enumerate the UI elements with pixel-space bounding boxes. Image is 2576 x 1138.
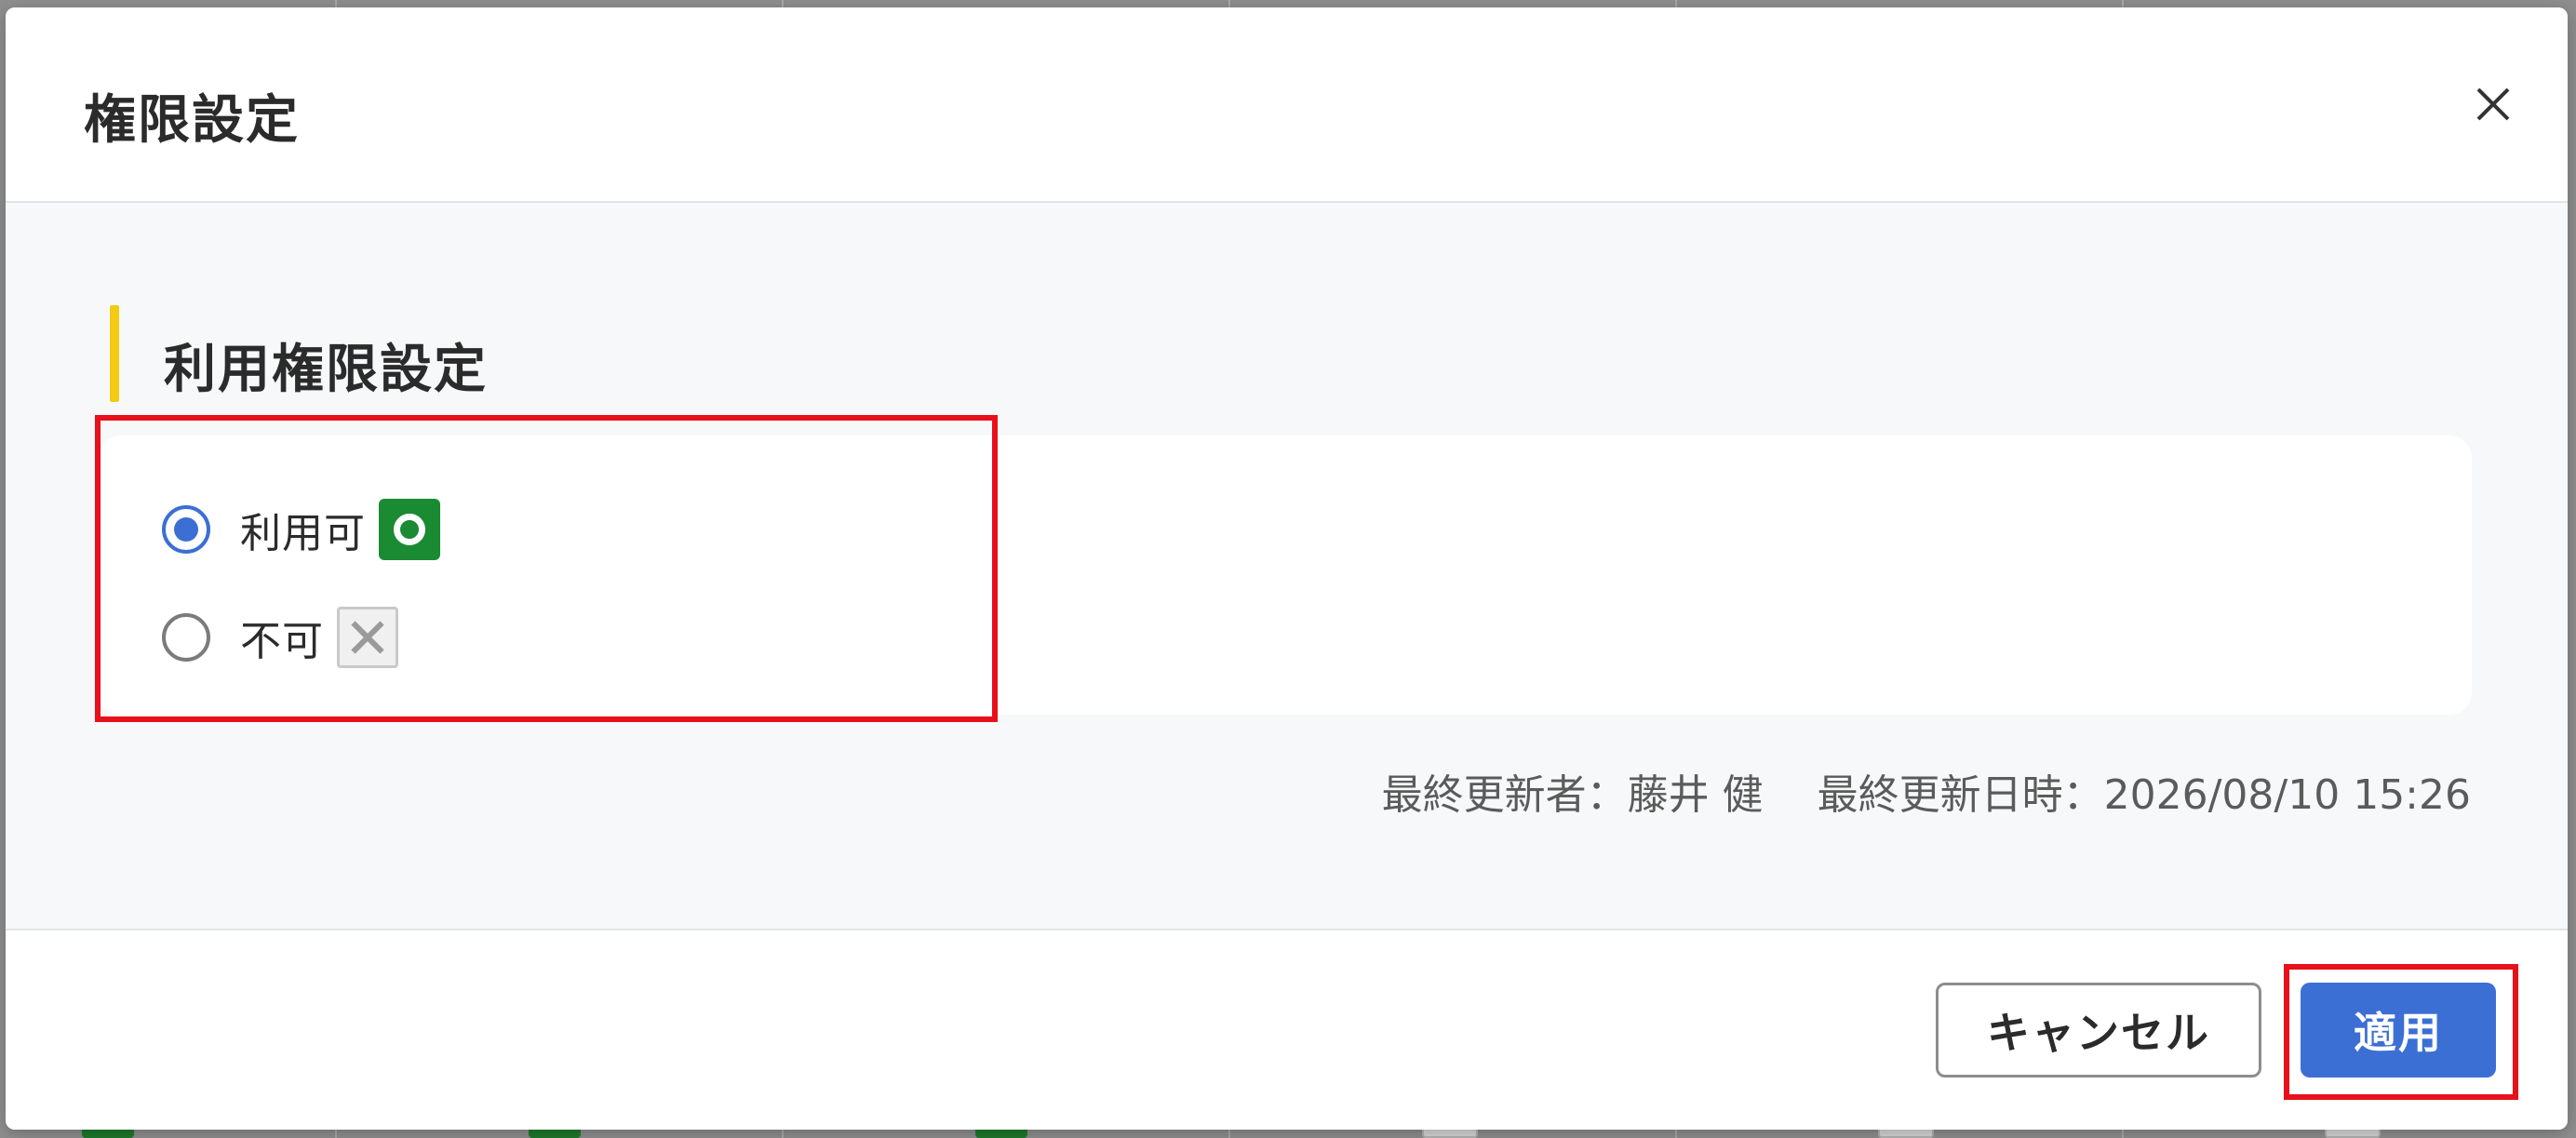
option-available[interactable]: 利用可 [162,499,440,560]
cross-mark-icon [337,607,398,668]
update-meta: 最終更新者：藤井 健 最終更新日時：2026/08/10 15:26 [1382,761,2471,821]
updated-by: 最終更新者：藤井 健 [1382,771,1764,819]
dialog-title: 権限設定 [84,90,300,151]
close-button[interactable] [2471,82,2516,127]
section-title: 利用権限設定 [164,340,488,400]
option-unavailable[interactable]: 不可 [162,607,398,668]
apply-button[interactable]: 適用 [2301,983,2496,1078]
cancel-button[interactable]: キャンセル [1936,983,2261,1078]
updated-by-value: 藤井 健 [1627,771,1764,819]
option-label: 不可 [240,618,324,665]
dialog-footer: キャンセル 適用 [6,929,2568,1130]
updated-by-label: 最終更新者： [1381,771,1628,819]
updated-at-value: 2026/08/10 15:26 [2103,771,2471,819]
option-label: 利用可 [240,510,366,557]
dialog-header: 権限設定 [6,7,2568,203]
updated-at-label: 最終更新日時： [1817,771,2104,819]
radio-available[interactable] [162,505,210,554]
permission-options-panel: 利用可 不可 [99,435,2472,715]
updated-at: 最終更新日時：2026/08/10 15:26 [1818,771,2471,819]
circle-mark-icon [379,499,440,560]
section-accent-bar [110,305,119,402]
radio-unavailable[interactable] [162,613,210,662]
permission-dialog: 権限設定 利用権限設定 利用可 不可 最終更新者：藤井 健 最終更新日時：2026… [6,7,2568,1130]
close-icon [2476,87,2510,121]
